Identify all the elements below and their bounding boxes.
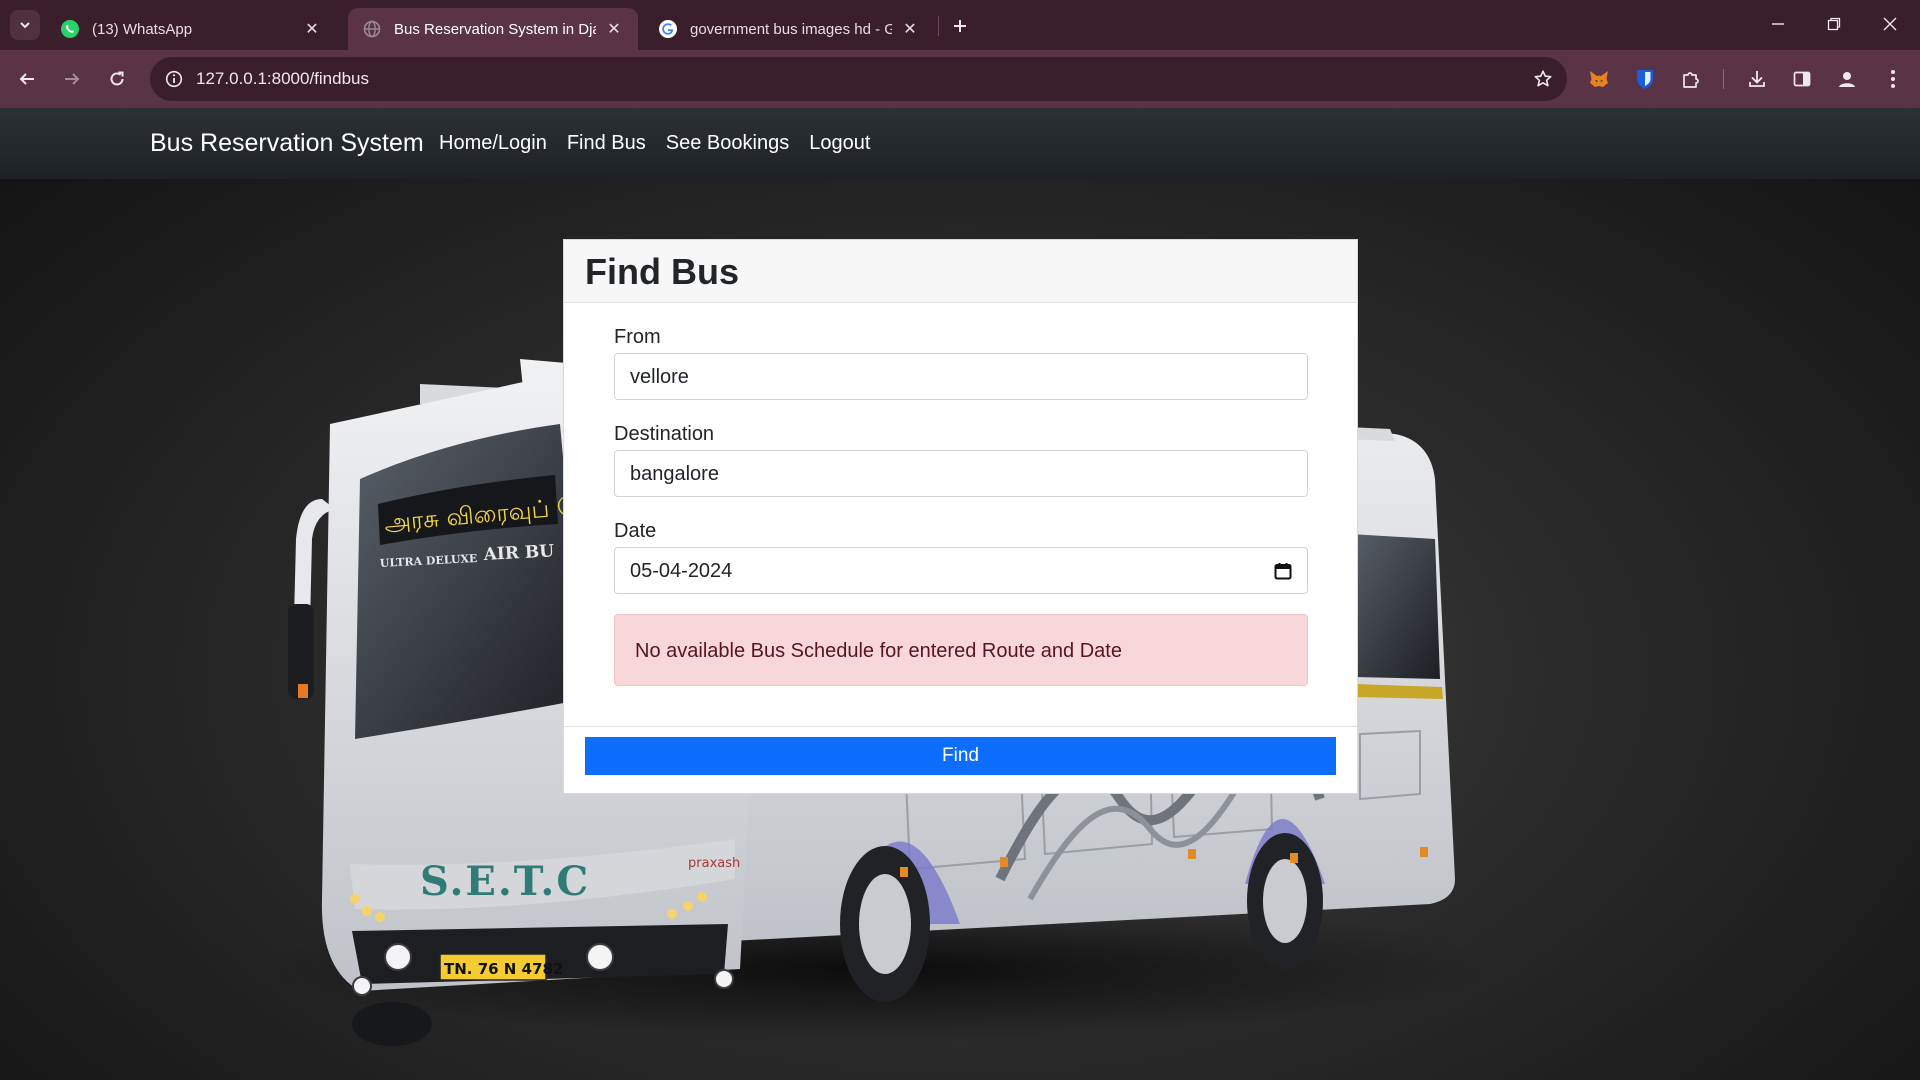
site-info-icon[interactable] bbox=[160, 65, 188, 93]
tab-title: (13) WhatsApp bbox=[92, 20, 193, 38]
close-icon[interactable]: ✕ bbox=[900, 19, 920, 39]
bookmark-star-icon[interactable] bbox=[1529, 65, 1557, 93]
reload-button[interactable] bbox=[99, 61, 135, 97]
profile-icon[interactable] bbox=[1830, 62, 1864, 96]
nav-logout[interactable]: Logout bbox=[809, 132, 870, 155]
date-input[interactable]: 05-04-2024 bbox=[614, 547, 1308, 594]
menu-kebab-icon[interactable] bbox=[1876, 62, 1910, 96]
browser-toolbar: 127.0.0.1:8000/findbus bbox=[0, 50, 1920, 108]
close-icon[interactable]: ✕ bbox=[302, 19, 322, 39]
browser-tab-strip: (13) WhatsApp ✕ Bus Reservation System i… bbox=[0, 0, 1920, 50]
destination-value: bangalore bbox=[630, 463, 719, 485]
alert-message: No available Bus Schedule for entered Ro… bbox=[635, 640, 1122, 662]
reload-icon bbox=[110, 71, 124, 86]
globe-icon bbox=[362, 19, 382, 39]
from-value: vellore bbox=[630, 366, 689, 388]
tab-divider bbox=[938, 16, 939, 36]
from-input[interactable]: vellore bbox=[614, 353, 1308, 400]
url-text[interactable]: 127.0.0.1:8000/findbus bbox=[196, 57, 369, 101]
tab-bus-reservation[interactable]: Bus Reservation System in Djan ✕ bbox=[348, 8, 638, 50]
tab-google-images[interactable]: government bus images hd - Go ✕ bbox=[644, 8, 934, 50]
site-navbar: Bus Reservation System Home/Login Find B… bbox=[0, 108, 1920, 179]
bus-operator-text: S.E.T.C bbox=[420, 858, 590, 905]
nav-home-login[interactable]: Home/Login bbox=[439, 132, 547, 155]
new-tab-button[interactable] bbox=[946, 12, 974, 40]
restore-button[interactable] bbox=[1806, 0, 1862, 48]
close-icon[interactable]: ✕ bbox=[604, 19, 624, 39]
tab-search-button[interactable] bbox=[10, 10, 40, 40]
bus-maker-text: praxash bbox=[688, 856, 740, 871]
metamask-extension-icon[interactable] bbox=[1582, 62, 1616, 96]
side-panel-icon[interactable] bbox=[1785, 62, 1819, 96]
from-label: From bbox=[614, 326, 661, 348]
date-value: 05-04-2024 bbox=[630, 560, 733, 582]
calendar-icon[interactable] bbox=[1273, 561, 1293, 581]
nav-find-bus[interactable]: Find Bus bbox=[567, 132, 646, 155]
whatsapp-icon bbox=[60, 19, 80, 39]
no-schedule-alert: No available Bus Schedule for entered Ro… bbox=[614, 614, 1308, 686]
restore-icon bbox=[1827, 17, 1841, 31]
bus-number-plate: TN. 76 N 4782 bbox=[444, 960, 563, 978]
card-footer-divider bbox=[564, 726, 1357, 727]
find-button[interactable]: Find bbox=[585, 737, 1336, 775]
destination-label: Destination bbox=[614, 423, 715, 445]
page-viewport: அரசு விரைவுப் போக் ULTRA DELUXE AIR BU S… bbox=[0, 108, 1920, 1080]
tab-title: government bus images hd - Go bbox=[690, 20, 892, 38]
bus-air-bus-text: AIR BU bbox=[482, 541, 555, 565]
download-icon[interactable] bbox=[1740, 62, 1774, 96]
close-window-button[interactable] bbox=[1862, 0, 1918, 48]
address-bar[interactable]: 127.0.0.1:8000/findbus bbox=[150, 57, 1567, 101]
tab-title: Bus Reservation System in Djan bbox=[394, 20, 596, 38]
nav-see-bookings[interactable]: See Bookings bbox=[666, 132, 789, 155]
date-label: Date bbox=[614, 520, 657, 542]
toolbar-divider bbox=[1723, 69, 1724, 89]
plus-icon bbox=[954, 20, 966, 32]
site-brand[interactable]: Bus Reservation System bbox=[150, 108, 424, 179]
destination-input[interactable]: bangalore bbox=[614, 450, 1308, 497]
arrow-right-icon bbox=[65, 73, 80, 85]
tab-whatsapp[interactable]: (13) WhatsApp ✕ bbox=[46, 8, 336, 50]
arrow-left-icon bbox=[19, 73, 34, 85]
page-title: Find Bus bbox=[585, 251, 739, 292]
extensions-puzzle-icon[interactable] bbox=[1674, 62, 1708, 96]
find-bus-card: Find Bus From vellore Destination bangal… bbox=[563, 239, 1358, 794]
back-button[interactable] bbox=[9, 61, 45, 97]
minimize-button[interactable] bbox=[1750, 0, 1806, 48]
close-icon bbox=[1883, 17, 1897, 31]
minimize-icon bbox=[1772, 23, 1784, 25]
google-icon bbox=[658, 19, 678, 39]
chevron-down-icon bbox=[20, 22, 30, 29]
card-header: Find Bus bbox=[564, 240, 1357, 303]
bitwarden-extension-icon[interactable] bbox=[1628, 62, 1662, 96]
forward-button[interactable] bbox=[54, 61, 90, 97]
site-nav-links: Home/Login Find Bus See Bookings Logout bbox=[439, 108, 890, 179]
